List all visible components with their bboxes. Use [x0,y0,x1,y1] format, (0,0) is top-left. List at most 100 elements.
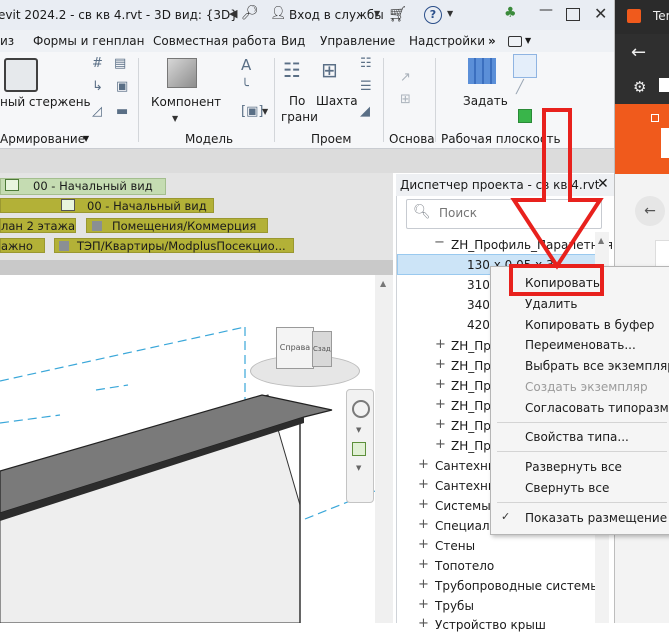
rebar-icon[interactable] [4,58,38,92]
by-face-icon[interactable]: ☷ [283,58,301,82]
view-scrollbar[interactable]: ▲ [375,275,393,623]
login-button[interactable]: Вход в службы [289,8,384,22]
tree-item-family[interactable]: ZH_Пр [451,379,491,393]
expand-icon[interactable]: + [435,337,446,352]
rebar-group-dropdown-icon[interactable]: ▼ [83,134,89,143]
model-text-icon[interactable]: A [241,56,251,74]
tab-addins[interactable]: Надстройки [409,34,485,48]
tree-item-child[interactable]: 310 [467,278,490,292]
view-tab-rooms[interactable]: Помещения/Коммерция [86,218,268,233]
level-icon[interactable]: ↗ [400,70,411,85]
scroll-up-icon[interactable]: ▲ [380,279,386,288]
collapse-icon[interactable]: − [434,235,445,250]
expand-icon[interactable]: + [418,557,429,572]
tree-item-family[interactable]: ZH_Пр [451,419,491,433]
rebar-label[interactable]: ный стержень [0,95,91,109]
close-icon[interactable]: ✕ [594,4,607,23]
menu-item-delete[interactable]: Удалить [525,297,578,311]
maximize-icon[interactable] [566,8,580,21]
coupler-icon[interactable]: ▬ [116,104,128,119]
steering-wheel-icon[interactable] [352,400,370,418]
expand-icon[interactable]: + [418,517,429,532]
viewcube-face-right[interactable]: Справа [276,327,314,369]
help-dropdown-icon[interactable]: ▼ [447,9,453,18]
binoculars-icon[interactable]: 🔎︎ [241,5,259,21]
tree-item-child[interactable]: 340 [467,298,490,312]
expand-icon[interactable]: + [418,577,429,592]
ref-plane-icon[interactable]: ╱ [516,80,524,95]
shaft-label[interactable]: Шахта [316,94,358,108]
tree-item-category[interactable]: Трубы [435,599,474,613]
viewcube-face-back[interactable]: Сзади [312,331,332,367]
viewer-icon[interactable] [518,109,532,123]
caret-left-icon[interactable]: ◀ [229,7,237,20]
group-dropdown-icon[interactable]: ▼ [262,107,268,116]
area-icon[interactable]: ▣ [116,79,128,94]
wheel-dropdown-icon[interactable]: ▼ [356,426,361,434]
3d-view-canvas[interactable]: Справа Сзади ▼ ▼ [0,275,375,623]
tab-collaborate[interactable]: Совместная работа [153,34,276,48]
tab-view[interactable]: Вид [281,34,305,48]
component-icon[interactable] [167,58,197,88]
component-label[interactable]: Компонент [151,95,221,109]
help-icon[interactable]: ? [424,6,442,24]
tree-item-parapet[interactable]: ZH_Профиль_Парапетная [451,238,613,252]
vertical-opening-icon[interactable]: ☰ [360,79,372,94]
tree-item-category[interactable]: Системы [435,499,491,513]
tree-item-category[interactable]: Устройство крыш [435,618,546,632]
expand-icon[interactable]: + [418,537,429,552]
tree-item-family[interactable]: ZH_Пр [451,339,491,353]
tab-massing[interactable]: Формы и генплан [33,34,145,48]
tree-item-family[interactable]: ZH_Пр [451,439,491,453]
view-tab-floor-2[interactable]: лан 2 этажа [0,218,76,233]
expand-icon[interactable]: + [418,597,429,612]
scroll-up-icon[interactable]: ▲ [598,236,604,245]
tree-item-family[interactable]: ZH_Пр [451,359,491,373]
expand-icon[interactable]: + [418,616,429,631]
panel-toggle-icon[interactable] [508,36,522,47]
cart-icon[interactable]: 🛒︎ [388,5,407,23]
menu-item-expand-all[interactable]: Развернуть все [525,460,622,474]
model-line-icon[interactable]: ╰ [241,79,249,94]
grid-datum-icon[interactable]: ⊞ [400,92,411,107]
search-input[interactable] [437,205,591,221]
project-browser-close-icon[interactable]: ✕ [597,176,609,192]
menu-item-copy[interactable]: Копировать [525,276,600,290]
expand-icon[interactable]: + [435,357,446,372]
menu-item-type-properties[interactable]: Свойства типа... [525,430,629,444]
expand-icon[interactable]: + [435,397,446,412]
tree-item-category[interactable]: Сантехни [435,459,496,473]
view-tab-tep[interactable]: ТЭП/Квартиры/ModplusПосекцио... [54,238,294,253]
login-dropdown-icon[interactable]: ▼ [374,9,380,18]
search-box[interactable]: 🔍︎ [406,199,602,229]
minimize-icon[interactable]: — [539,2,553,18]
tree-item-category[interactable]: Трубопроводные системы [435,579,600,593]
path-icon[interactable]: ↳ [92,79,103,94]
view-tab-start-1[interactable]: 00 - Начальный вид [0,178,166,195]
wall-opening-icon[interactable]: ☷ [360,56,372,71]
model-group-icon[interactable]: [▣] [241,104,263,119]
component-dropdown-icon[interactable]: ▼ [172,114,178,123]
menu-item-copy-to-clipboard[interactable]: Копировать в буфер [525,318,654,332]
expand-icon[interactable]: + [418,457,429,472]
expand-icon[interactable]: + [435,437,446,452]
menu-item-match-types[interactable]: Согласовать типоразмеры [525,401,669,415]
menu-item-select-all-instances[interactable]: Выбрать все экземпляры [525,359,669,373]
by-face-label-1[interactable]: По [289,94,305,108]
page-icon[interactable]: ▤ [114,56,126,71]
zoom-dropdown-icon[interactable]: ▼ [356,464,361,472]
tree-item-category[interactable]: Сантехни [435,479,496,493]
panel-dropdown-icon[interactable]: ▼ [525,36,531,45]
menu-item-rename[interactable]: Переименовать... [525,338,636,352]
dormer-icon[interactable]: ◢ [360,104,370,119]
more-tabs-icon[interactable]: » [488,34,496,48]
show-workplane-icon[interactable] [513,54,537,78]
by-face-label-2[interactable]: грани [281,110,318,124]
user-icon[interactable]: 👤︎ [270,6,287,21]
set-workplane-icon[interactable] [468,58,496,84]
menu-item-create-instance[interactable]: Создать экземпляр [525,380,648,394]
expand-icon[interactable]: + [435,377,446,392]
view-tab-misc[interactable]: ажно [0,238,45,253]
nav-back-icon[interactable]: ← [635,196,665,226]
tree-item-category[interactable]: Стены [435,539,475,553]
